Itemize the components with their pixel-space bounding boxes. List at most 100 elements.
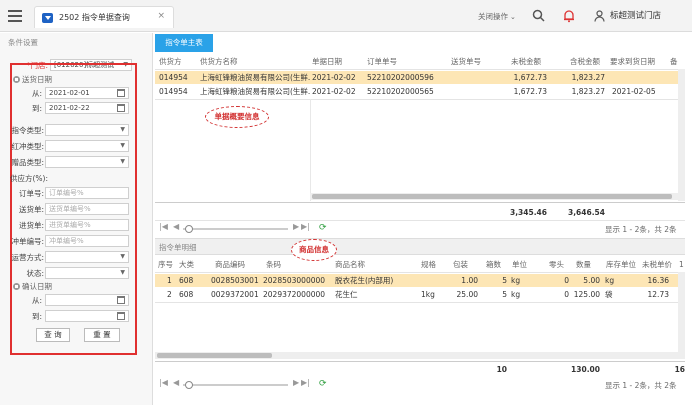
col-header[interactable]: 供货方名称 (200, 55, 238, 69)
collapse-icon (13, 76, 20, 83)
col-header[interactable]: 1 (679, 258, 684, 272)
col-header[interactable]: 零头 (549, 258, 564, 272)
receipt-no-input[interactable]: 进货单编号% (45, 219, 129, 231)
tab-order-query[interactable]: 2502 指令单据查询 × (34, 6, 174, 28)
reset-button[interactable]: 重 置 (84, 328, 120, 342)
confirm-to-field[interactable] (45, 310, 129, 322)
close-operation-menu[interactable]: 关闭操作 ⌄ (478, 11, 516, 22)
next-page-icon[interactable]: ▶ (293, 222, 299, 231)
section-confirm-date[interactable]: 确认日期 (13, 281, 52, 292)
to-date-field[interactable]: 2021-02-22 (45, 102, 129, 114)
order-type-select[interactable]: ▼ (45, 124, 129, 136)
table-row[interactable]: 2 608 0029372001 2029372000000 花生仁 1kg 2… (155, 288, 685, 301)
cell-barcode: 2029372000000 (263, 290, 326, 299)
col-header[interactable]: 备 (670, 55, 678, 69)
page-slider-knob[interactable] (185, 225, 193, 233)
tab-close-icon[interactable]: × (157, 11, 165, 21)
tab-order-master[interactable]: 指令单主表 (155, 34, 213, 52)
status-select[interactable]: ▼ (45, 267, 129, 279)
col-header[interactable]: 订单单号 (367, 55, 397, 69)
col-header[interactable]: 未税金额 (511, 55, 541, 69)
col-header[interactable]: 包装 (453, 258, 468, 272)
confirm-from-field[interactable] (45, 294, 129, 306)
col-header[interactable]: 商品名称 (335, 258, 365, 272)
calendar-icon[interactable] (117, 104, 125, 112)
confirm-to-label: 到: (31, 312, 42, 321)
pager-info: 显示 1 - 2条，共 2条 (605, 225, 677, 234)
col-header[interactable]: 数量 (576, 258, 591, 272)
dropdown-arrow-icon: ▼ (120, 253, 125, 260)
detail-section-header: 指令单明细 (155, 238, 685, 255)
status-label: 状态: (26, 269, 44, 278)
horizontal-scrollbar[interactable] (310, 193, 678, 200)
vertical-scrollbar[interactable] (678, 272, 685, 359)
scrollbar-thumb[interactable] (312, 194, 672, 199)
current-store[interactable]: 标超测试门店 (610, 9, 661, 21)
gift-type-label: 赠品类型: (11, 158, 44, 167)
col-header[interactable]: 单据日期 (312, 55, 342, 69)
col-header[interactable]: 单位 (512, 258, 527, 272)
receipt-no-label: 进货单: (18, 221, 44, 230)
col-header[interactable]: 序号 (158, 258, 173, 272)
section-delivery-date[interactable]: 送货日期 (13, 74, 52, 85)
prev-page-icon[interactable]: ◀ (173, 378, 179, 387)
row-divider (155, 99, 685, 100)
col-header[interactable]: 规格 (421, 258, 436, 272)
from-date-field[interactable]: 2021-02-01 (45, 87, 129, 99)
gift-type-select[interactable]: ▼ (45, 156, 129, 168)
condition-panel: 条件设置 *门店: [012620]标超测试 ▼ 送货日期 从: 2021-02-… (0, 33, 153, 405)
refresh-icon[interactable]: ⟳ (319, 223, 327, 233)
calendar-icon[interactable] (117, 89, 125, 97)
table-row[interactable]: 1 608 0028503001 2028503000000 脱衣花生(内部用)… (155, 274, 685, 287)
col-header[interactable]: 要求到货日期 (610, 55, 655, 69)
detail-pager: |◀ ◀ ▶ ▶| ⟳ 显示 1 - 2条，共 2条 (155, 378, 685, 392)
col-header[interactable]: 条码 (266, 258, 281, 272)
delivery-no-input[interactable]: 送货单编号% (45, 203, 129, 215)
cell-date: 2021-02-02 (312, 87, 356, 96)
total-quantity: 130.00 (571, 365, 600, 374)
annotation-order-summary: 单据概要信息 (205, 106, 269, 128)
cell-product-name: 花生仁 (335, 290, 358, 299)
top-bar: 2502 指令单据查询 × 关闭操作 ⌄ 标超测试门店 (0, 0, 692, 32)
col-header[interactable]: 含税金额 (570, 55, 600, 69)
col-header[interactable]: 供货方 (159, 55, 182, 69)
to-label: 到: (31, 104, 42, 113)
first-page-icon[interactable]: |◀ (159, 222, 168, 231)
col-header[interactable]: 未税单价 (642, 258, 672, 272)
first-page-icon[interactable]: |◀ (159, 378, 168, 387)
notification-bell-icon[interactable] (562, 9, 576, 23)
red-no-input[interactable]: 冲单编号% (45, 235, 129, 247)
search-icon[interactable] (532, 9, 545, 22)
page-slider[interactable] (183, 384, 288, 386)
calendar-icon[interactable] (117, 312, 125, 320)
col-header[interactable]: 商品编码 (215, 258, 245, 272)
horizontal-scrollbar[interactable] (155, 352, 678, 359)
calendar-icon[interactable] (117, 296, 125, 304)
total-boxes: 10 (496, 365, 507, 374)
prev-page-icon[interactable]: ◀ (173, 222, 179, 231)
query-button[interactable]: 查 询 (36, 328, 70, 342)
page-slider[interactable] (183, 228, 288, 230)
col-header[interactable]: 箱数 (486, 258, 501, 272)
cell-product-code: 0028503001 (211, 276, 259, 285)
menu-icon[interactable] (8, 10, 22, 22)
next-page-icon[interactable]: ▶ (293, 378, 299, 387)
pager-info: 显示 1 - 2条，共 2条 (605, 381, 677, 390)
red-type-select[interactable]: ▼ (45, 140, 129, 152)
page-slider-knob[interactable] (185, 381, 193, 389)
cell-barcode: 2028503000000 (263, 276, 326, 285)
scrollbar-thumb[interactable] (157, 353, 272, 358)
last-page-icon[interactable]: ▶| (301, 222, 310, 231)
col-header[interactable]: 送货单号 (451, 55, 481, 69)
table-row[interactable]: 014954 上海虹锋粮油贸易有限公司(生鲜... 2021-02-02 522… (155, 71, 685, 84)
table-row[interactable]: 014954 上海虹锋粮油贸易有限公司(生鲜... 2021-02-02 522… (155, 85, 685, 98)
ship-method-select[interactable]: ▼ (45, 251, 129, 263)
refresh-icon[interactable]: ⟳ (319, 379, 327, 389)
cell-seq: 2 (167, 290, 172, 299)
col-header[interactable]: 大类 (179, 258, 194, 272)
last-page-icon[interactable]: ▶| (301, 378, 310, 387)
col-header[interactable]: 库存单位 (606, 258, 636, 272)
vertical-scrollbar[interactable] (678, 69, 685, 201)
order-no-input[interactable]: 订单编号% (45, 187, 129, 199)
user-icon[interactable] (594, 10, 605, 22)
